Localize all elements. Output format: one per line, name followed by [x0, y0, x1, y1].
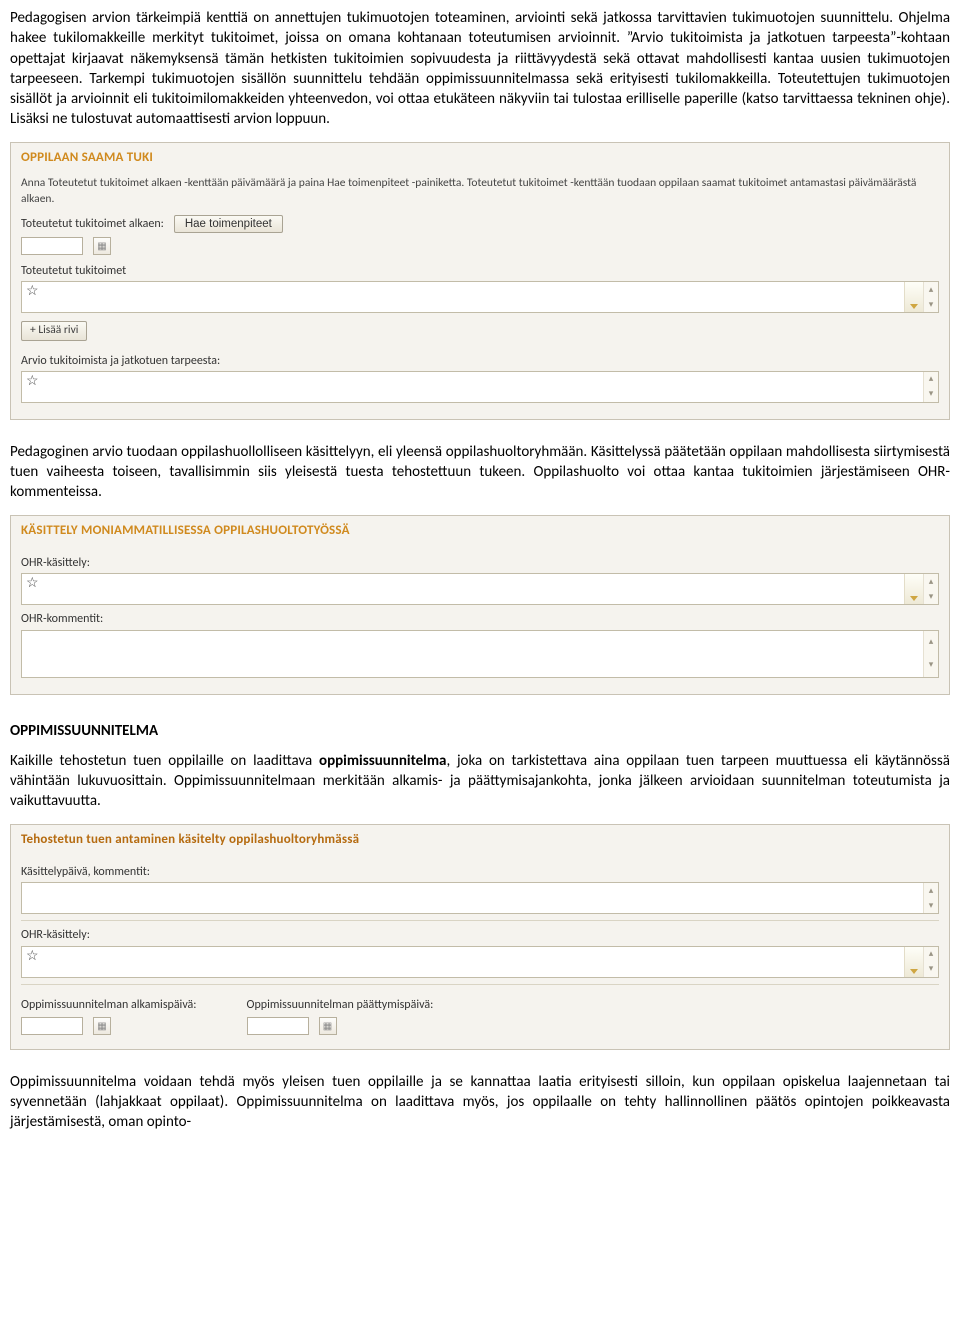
- para3-prefix: Kaikille tehostetun tuen oppilaille on l…: [10, 752, 319, 770]
- panel-tehostettu-tuki: Tehostetun tuen antaminen käsitelty oppi…: [10, 824, 950, 1050]
- star-icon: ☆: [22, 372, 46, 391]
- para3-bold: oppimissuunnitelma: [319, 752, 446, 770]
- panel-moniammatillinen: KÄSITTELY MONIAMMATILLISESSA OPPILASHUOL…: [10, 515, 950, 695]
- plan-end-label: Oppimissuunnitelman päättymispäivä:: [247, 997, 434, 1013]
- section-heading-oppimissuunnitelma: OPPIMISSUUNNITELMA: [10, 721, 950, 741]
- ohr-comments-label: OHR-kommentit:: [21, 611, 939, 627]
- star-icon: ☆: [22, 947, 46, 966]
- calendar-icon[interactable]: ▦: [93, 237, 111, 255]
- start-date-label: Toteutetut tukitoimet alkaen:: [21, 216, 164, 232]
- panel1-helptext: Anna Toteutetut tukitoimet alkaen -kentt…: [21, 176, 939, 207]
- panel3-ohr-field[interactable]: ☆ ▴▾: [21, 946, 939, 978]
- fetch-actions-button[interactable]: Hae toimenpiteet: [174, 215, 283, 233]
- panel2-title: KÄSITTELY MONIAMMATILLISESSA OPPILASHUOL…: [11, 516, 949, 542]
- plan-end-input[interactable]: [247, 1017, 309, 1035]
- plan-start-input[interactable]: [21, 1017, 83, 1035]
- scroll-arrows[interactable]: ▴▾: [923, 883, 938, 913]
- dropdown-icon[interactable]: [904, 574, 923, 604]
- dropdown-icon[interactable]: [904, 947, 923, 977]
- dropdown-icon[interactable]: [904, 282, 923, 312]
- scroll-arrows[interactable]: ▴▾: [923, 947, 938, 977]
- star-icon: ☆: [22, 574, 46, 593]
- paragraph-4: Oppimissuunnitelma voidaan tehdä myös yl…: [10, 1072, 950, 1133]
- ohr-comments-field[interactable]: ▴▾: [21, 630, 939, 678]
- ohr-handling-field[interactable]: ☆ ▴▾: [21, 573, 939, 605]
- panel3-ohr-label: OHR-käsittely:: [21, 927, 939, 943]
- eval-field[interactable]: ☆ ▴▾: [21, 371, 939, 403]
- paragraph-1: Pedagogisen arvion tärkeimpiä kenttiä on…: [10, 8, 950, 130]
- paragraph-2: Pedagoginen arvio tuodaan oppilashuollol…: [10, 442, 950, 503]
- calendar-icon[interactable]: ▦: [319, 1017, 337, 1035]
- star-icon: ☆: [22, 282, 46, 301]
- done-actions-label: Toteutetut tukitoimet: [21, 263, 939, 279]
- divider: [21, 984, 939, 985]
- panel3-title: Tehostetun tuen antaminen käsitelty oppi…: [11, 825, 949, 851]
- paragraph-3: Kaikille tehostetun tuen oppilaille on l…: [10, 751, 950, 812]
- add-row-button[interactable]: + Lisää rivi: [21, 321, 87, 341]
- start-date-input[interactable]: [21, 237, 83, 255]
- scroll-arrows[interactable]: ▴▾: [923, 282, 938, 312]
- ohr-handling-label: OHR-käsittely:: [21, 555, 939, 571]
- eval-label: Arvio tukitoimista ja jatkotuen tarpeest…: [21, 353, 939, 369]
- scroll-arrows[interactable]: ▴▾: [923, 631, 938, 677]
- calendar-icon[interactable]: ▦: [93, 1017, 111, 1035]
- plan-start-label: Oppimissuunnitelman alkamispäivä:: [21, 997, 197, 1013]
- scroll-arrows[interactable]: ▴▾: [923, 372, 938, 402]
- panel1-title: OPPILAAN SAAMA TUKI: [11, 143, 949, 169]
- handling-day-label: Käsittelypäivä, kommentit:: [21, 864, 939, 880]
- scroll-arrows[interactable]: ▴▾: [923, 574, 938, 604]
- divider: [21, 920, 939, 921]
- panel-oppilaan-saama-tuki: OPPILAAN SAAMA TUKI Anna Toteutetut tuki…: [10, 142, 950, 420]
- handling-day-field[interactable]: ▴▾: [21, 882, 939, 914]
- done-actions-field[interactable]: ☆ ▴▾: [21, 281, 939, 313]
